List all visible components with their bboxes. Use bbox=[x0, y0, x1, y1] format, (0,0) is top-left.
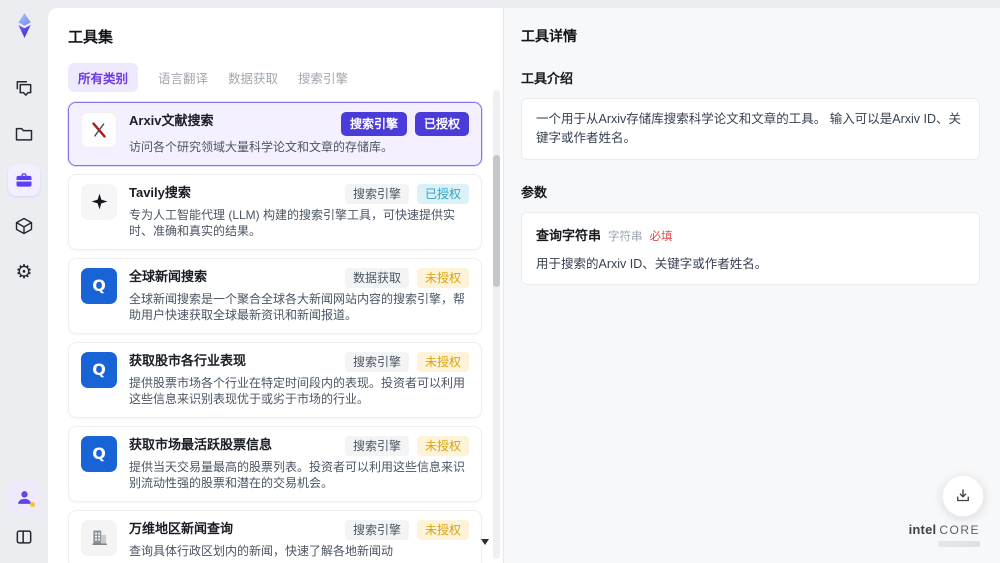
chat-icon bbox=[16, 81, 32, 96]
package-icon bbox=[15, 217, 33, 235]
category-badge: 搜索引擎 bbox=[344, 351, 409, 372]
intro-heading: 工具介绍 bbox=[521, 71, 574, 86]
download-icon bbox=[957, 489, 969, 502]
tool-title: 获取市场最活跃股票信息 bbox=[129, 436, 273, 452]
main-panel: 工具集 所有类别 语言翻译 数据获取 搜索引擎 Arxiv文献搜索 搜索引擎 已… bbox=[48, 8, 1000, 563]
status-badge: 未授权 bbox=[416, 267, 469, 288]
list-scrollbar-thumb[interactable] bbox=[493, 155, 500, 287]
tab-search-engine[interactable]: 搜索引擎 bbox=[298, 63, 348, 92]
tool-description: 查询具体行政区划内的新闻，快速了解各地新闻动 bbox=[129, 543, 394, 558]
intel-wordmark: intel bbox=[908, 522, 937, 537]
nav-account[interactable] bbox=[8, 481, 40, 513]
tool-title: 全球新闻搜索 bbox=[129, 268, 208, 284]
status-badge: 已授权 bbox=[414, 112, 469, 136]
tab-all-categories[interactable]: 所有类别 bbox=[68, 63, 139, 92]
rail-nav: ⚙ bbox=[8, 72, 40, 288]
building-news-icon bbox=[81, 519, 117, 556]
q-logo-glyph: Q bbox=[92, 360, 106, 379]
toolset-title: 工具集 bbox=[68, 29, 114, 46]
intro-text: 一个用于从Arxiv存储库搜索科学论文和文章的工具。 输入可以是Arxiv ID… bbox=[536, 112, 962, 145]
tool-card-sector-performance[interactable]: Q 获取股市各行业表现 搜索引擎 未授权 提供股票市场各个行业在特定时间段内的表… bbox=[68, 341, 482, 418]
tavily-star-icon bbox=[81, 183, 117, 220]
category-badge: 搜索引擎 bbox=[340, 112, 407, 136]
param-description: 用于搜索的Arxiv ID、关键字或作者姓名。 bbox=[536, 257, 768, 271]
param-required-flag: 必填 bbox=[649, 231, 673, 243]
briefcase-icon bbox=[16, 173, 32, 187]
arxiv-logo-icon bbox=[81, 112, 117, 148]
ultra-wordmark-faded bbox=[938, 541, 980, 547]
nav-collapse-panel[interactable] bbox=[8, 521, 40, 553]
tool-description: 提供股票市场各个行业在特定时间段内的表现。投资者可以利用这些信息来识别表现优于或… bbox=[129, 375, 466, 407]
tool-card-global-news[interactable]: Q 全球新闻搜索 数据获取 未授权 全球新闻搜索是一个聚合全球各大新闻网站内容的… bbox=[68, 257, 482, 334]
tool-description: 全球新闻搜索是一个聚合全球各大新闻网站内容的搜索引擎，帮助用户快速获取全球最新资… bbox=[129, 291, 466, 323]
scroll-down-arrow-icon[interactable] bbox=[481, 539, 489, 545]
app-logo[interactable] bbox=[9, 10, 39, 40]
tool-title: 获取股市各行业表现 bbox=[129, 352, 247, 368]
status-badge: 未授权 bbox=[416, 351, 469, 372]
tool-title: Tavily搜索 bbox=[129, 184, 191, 200]
category-badge: 搜索引擎 bbox=[344, 435, 409, 456]
stock-tool-logo-icon: Q bbox=[81, 351, 117, 388]
nav-toolset[interactable] bbox=[8, 164, 40, 196]
q-logo-glyph: Q bbox=[92, 276, 106, 295]
nav-settings[interactable]: ⚙ bbox=[8, 256, 40, 288]
param-name: 查询字符串 bbox=[536, 228, 602, 243]
tool-details-panel: 工具详情 工具介绍 一个用于从Arxiv存储库搜索科学论文和文章的工具。 输入可… bbox=[503, 8, 1000, 563]
left-rail: ⚙ bbox=[0, 0, 48, 563]
tab-language-translation[interactable]: 语言翻译 bbox=[158, 63, 208, 92]
folder-icon bbox=[15, 127, 33, 141]
rail-bottom bbox=[0, 481, 48, 553]
nav-chat[interactable] bbox=[8, 72, 40, 104]
download-button[interactable] bbox=[942, 475, 984, 517]
param-type: 字符串 bbox=[608, 231, 643, 243]
tool-description: 专为人工智能代理 (LLM) 构建的搜索引擎工具，可快速提供实时、准确和真实的结… bbox=[129, 207, 456, 239]
tool-card-list: Arxiv文献搜索 搜索引擎 已授权 访问各个研究领域大量科学论文和文章的存储库… bbox=[68, 102, 482, 563]
core-wordmark: core bbox=[939, 523, 980, 537]
list-scrollbar-track[interactable] bbox=[493, 90, 500, 559]
intro-text-box: 一个用于从Arxiv存储库搜索科学论文和文章的工具。 输入可以是Arxiv ID… bbox=[521, 98, 980, 160]
category-badge: 搜索引擎 bbox=[344, 183, 409, 204]
tool-card-arxiv[interactable]: Arxiv文献搜索 搜索引擎 已授权 访问各个研究领域大量科学论文和文章的存储库… bbox=[68, 102, 482, 166]
params-heading: 参数 bbox=[521, 185, 548, 200]
parameter-item: 查询字符串 字符串 必填 用于搜索的Arxiv ID、关键字或作者姓名。 bbox=[521, 212, 980, 285]
status-badge: 未授权 bbox=[416, 519, 469, 540]
tool-description: 访问各个研究领域大量科学论文和文章的存储库。 bbox=[129, 140, 394, 154]
category-badge: 数据获取 bbox=[344, 267, 409, 288]
tool-title: 万维地区新闻查询 bbox=[129, 520, 234, 536]
toolset-panel: 工具集 所有类别 语言翻译 数据获取 搜索引擎 Arxiv文献搜索 搜索引擎 已… bbox=[48, 8, 503, 563]
intel-core-logo: intel core bbox=[909, 522, 980, 547]
status-badge: 已授权 bbox=[416, 183, 469, 204]
q-logo-glyph: Q bbox=[92, 444, 106, 463]
panel-toggle-icon bbox=[16, 530, 32, 544]
tool-title: Arxiv文献搜索 bbox=[129, 113, 214, 128]
category-badge: 搜索引擎 bbox=[344, 519, 409, 540]
gear-icon: ⚙ bbox=[15, 261, 33, 283]
nav-packages[interactable] bbox=[8, 210, 40, 242]
tool-description: 提供当天交易量最高的股票列表。投资者可以利用这些信息来识别流动性强的股票和潜在的… bbox=[129, 459, 466, 491]
tab-data-acquisition[interactable]: 数据获取 bbox=[228, 63, 278, 92]
stock-tool-logo-icon: Q bbox=[81, 435, 117, 472]
tool-card-regional-news[interactable]: 万维地区新闻查询 搜索引擎 未授权 查询具体行政区划内的新闻，快速了解各地新闻动 bbox=[68, 509, 482, 563]
gem-logo-icon bbox=[17, 12, 31, 38]
status-badge: 未授权 bbox=[416, 435, 469, 456]
details-title: 工具详情 bbox=[521, 28, 577, 44]
tool-card-active-stocks[interactable]: Q 获取市场最活跃股票信息 搜索引擎 未授权 提供当天交易量最高的股票列表。投资… bbox=[68, 425, 482, 502]
nav-files[interactable] bbox=[8, 118, 40, 150]
tool-card-tavily[interactable]: Tavily搜索 搜索引擎 已授权 专为人工智能代理 (LLM) 构建的搜索引擎… bbox=[68, 173, 482, 250]
category-tabs: 所有类别 语言翻译 数据获取 搜索引擎 bbox=[68, 63, 503, 92]
user-status-dot bbox=[30, 502, 35, 507]
news-search-logo-icon: Q bbox=[81, 267, 117, 304]
